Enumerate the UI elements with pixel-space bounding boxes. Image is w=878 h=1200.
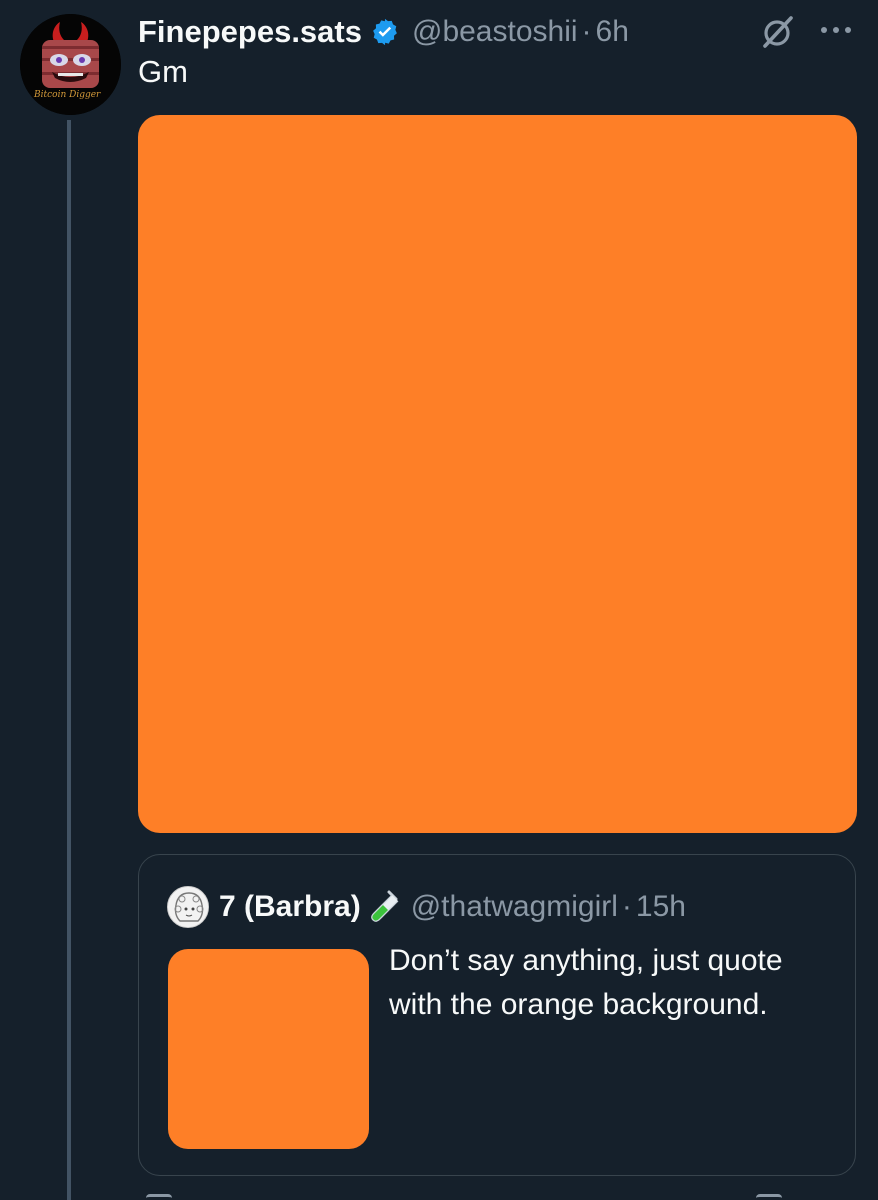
display-name[interactable]: Finepepes.sats: [138, 14, 362, 50]
handle[interactable]: @beastoshii: [412, 15, 578, 49]
tweet[interactable]: Bitcoin Digger Finepepes.sats @beastoshi…: [0, 0, 878, 1200]
reply-icon[interactable]: [146, 1194, 172, 1200]
tweet-header: Finepepes.sats @beastoshii · 6h: [138, 10, 629, 54]
avatar[interactable]: Bitcoin Digger: [20, 14, 121, 115]
quoted-tweet[interactable]: 7 (Barbra) @thatwagmigirl · 15h Don’t sa…: [138, 854, 856, 1176]
quote-display-name[interactable]: 7 (Barbra): [219, 890, 361, 924]
quote-timestamp[interactable]: 15h: [636, 890, 686, 924]
quote-avatar-image: [169, 888, 208, 927]
quote-handle[interactable]: @thatwagmigirl: [411, 890, 618, 924]
separator-dot: ·: [581, 15, 592, 48]
tweet-media-image[interactable]: [138, 115, 857, 833]
quote-media-image[interactable]: [168, 949, 369, 1149]
verified-badge-icon[interactable]: [370, 17, 400, 47]
quote-header: 7 (Barbra) @thatwagmigirl · 15h: [167, 885, 686, 929]
tweet-text: Gm: [138, 54, 188, 89]
quote-separator-dot: ·: [621, 890, 632, 923]
share-icon[interactable]: [756, 1194, 782, 1200]
avatar-caption: Bitcoin Digger: [34, 90, 101, 100]
timestamp[interactable]: 6h: [596, 15, 629, 49]
more-icon[interactable]: [818, 18, 854, 42]
quote-text: Don’t say anything, just quote with the …: [389, 944, 783, 1021]
thread-line: [67, 120, 71, 1200]
grok-icon[interactable]: [760, 14, 796, 50]
test-tube-icon: [370, 890, 399, 922]
quote-avatar[interactable]: [167, 886, 209, 928]
